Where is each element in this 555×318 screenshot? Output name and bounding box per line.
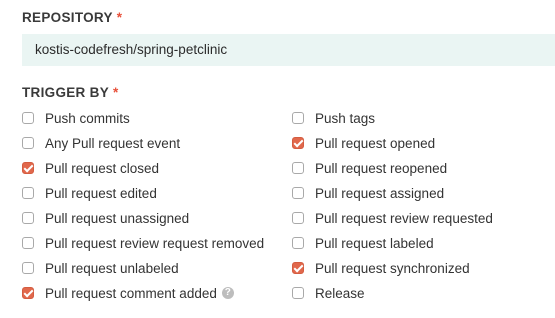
checkbox-label: Release: [315, 285, 365, 301]
checkbox[interactable]: [292, 212, 304, 224]
checkbox-label: Pull request unassigned: [45, 210, 190, 226]
trigger-pull-request-review-request-removed[interactable]: Pull request review request removed: [22, 233, 264, 253]
trigger-by-label: TRIGGER BY *: [22, 85, 119, 100]
checkbox[interactable]: [292, 187, 304, 199]
repository-label: REPOSITORY *: [22, 10, 122, 25]
checkbox-label: Pull request review request removed: [45, 235, 265, 251]
checkbox[interactable]: [292, 112, 304, 124]
checkbox[interactable]: [22, 287, 34, 299]
trigger-pull-request-synchronized[interactable]: Pull request synchronized: [292, 258, 470, 278]
checkbox[interactable]: [22, 162, 34, 174]
trigger-pull-request-edited[interactable]: Pull request edited: [22, 183, 157, 203]
checkbox-label: Pull request assigned: [315, 185, 445, 201]
trigger-by-label-text: TRIGGER BY: [22, 85, 110, 100]
trigger-pull-request-reopened[interactable]: Pull request reopened: [292, 158, 447, 178]
required-marker: *: [113, 85, 119, 100]
trigger-pull-request-unlabeled[interactable]: Pull request unlabeled: [22, 258, 179, 278]
trigger-pull-request-assigned[interactable]: Pull request assigned: [292, 183, 444, 203]
checkbox[interactable]: [292, 237, 304, 249]
repository-field[interactable]: kostis-codefresh/spring-petclinic: [22, 34, 555, 66]
checkbox-label: Pull request labeled: [315, 235, 434, 251]
trigger-pull-request-labeled[interactable]: Pull request labeled: [292, 233, 434, 253]
checkbox[interactable]: [22, 212, 34, 224]
checkbox-label: Pull request closed: [45, 160, 160, 176]
checkbox-label: Push commits: [45, 110, 130, 126]
checkbox[interactable]: [22, 262, 34, 274]
checkbox[interactable]: [292, 262, 304, 274]
checkbox[interactable]: [292, 287, 304, 299]
trigger-pull-request-closed[interactable]: Pull request closed: [22, 158, 159, 178]
checkbox-label: Pull request review requested: [315, 210, 493, 226]
checkbox-label: Any Pull request event: [45, 135, 181, 151]
checkbox-label: Push tags: [315, 110, 376, 126]
checkbox-label: Pull request reopened: [315, 160, 448, 176]
trigger-pull-request-comment-added[interactable]: Pull request comment added ?: [22, 283, 234, 303]
required-marker: *: [116, 10, 123, 25]
trigger-push-tags[interactable]: Push tags: [292, 108, 375, 128]
checkbox-label: Pull request synchronized: [315, 260, 470, 276]
checkbox[interactable]: [22, 187, 34, 199]
trigger-pull-request-unassigned[interactable]: Pull request unassigned: [22, 208, 189, 228]
repository-label-text: REPOSITORY: [22, 10, 113, 25]
checkbox-label: Pull request edited: [45, 185, 157, 201]
checkbox-label: Pull request opened: [315, 135, 436, 151]
checkbox[interactable]: [22, 137, 34, 149]
trigger-push-commits[interactable]: Push commits: [22, 108, 130, 128]
checkbox-label: Pull request comment added: [45, 285, 217, 301]
checkbox-label: Pull request unlabeled: [45, 260, 179, 276]
checkbox[interactable]: [292, 162, 304, 174]
trigger-pull-request-review-requested[interactable]: Pull request review requested: [292, 208, 493, 228]
trigger-any-pull-request-event[interactable]: Any Pull request event: [22, 133, 180, 153]
checkbox[interactable]: [292, 137, 304, 149]
trigger-release[interactable]: Release: [292, 283, 365, 303]
trigger-pull-request-opened[interactable]: Pull request opened: [292, 133, 435, 153]
question-circle-icon[interactable]: ?: [221, 287, 234, 299]
checkbox[interactable]: [22, 237, 34, 249]
checkbox[interactable]: [22, 112, 34, 124]
